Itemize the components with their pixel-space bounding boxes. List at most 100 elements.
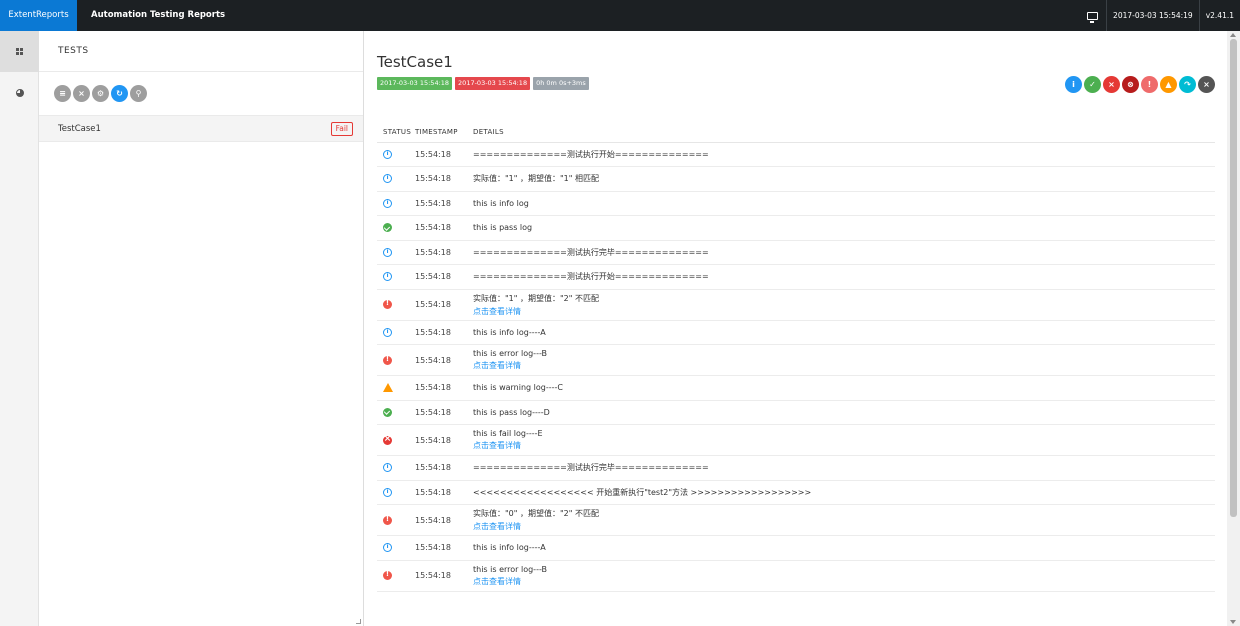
log-status-cell <box>377 142 415 167</box>
log-details-cell: <<<<<<<<<<<<<<<<<< 开始重新执行"test2"方法 >>>>>… <box>473 480 1215 505</box>
refresh-icon: ↻ <box>116 88 123 98</box>
log-table: STATUS TIMESTAMP DETAILS 15:54:18=======… <box>377 123 1215 592</box>
log-timestamp: 15:54:18 <box>415 320 473 345</box>
duration-pill: 0h 0m 0s+3ms <box>533 77 589 90</box>
info-icon <box>383 174 392 184</box>
scroll-down-icon[interactable] <box>1230 620 1236 624</box>
search-button[interactable]: ⚲ <box>130 84 147 102</box>
log-timestamp: 15:54:18 <box>415 504 473 536</box>
list-icon: ≡ <box>59 88 66 98</box>
log-detail-text: ==============测试执行开始============== <box>473 149 709 159</box>
log-timestamp: 15:54:18 <box>415 215 473 241</box>
log-status-cell <box>377 289 415 321</box>
log-timestamp: 15:54:18 <box>415 480 473 505</box>
log-detail-text: this is fail log----E <box>473 429 543 438</box>
info-icon <box>383 463 392 473</box>
refresh-button[interactable]: ↻ <box>111 84 128 102</box>
version-label: v2.41.1 <box>1198 0 1240 31</box>
error-icon <box>383 355 392 365</box>
view-details-link[interactable]: 点击查看详情 <box>473 521 1215 532</box>
warning-icon: ▲ <box>1165 80 1172 89</box>
log-status-cell <box>377 215 415 241</box>
filter-fatal-button[interactable]: ⊗ <box>1122 76 1139 93</box>
log-details-cell: this is warning log----C <box>473 375 1215 401</box>
top-bar: ExtentReports Automation Testing Reports… <box>0 0 1240 31</box>
filter-warning-button[interactable]: ▲ <box>1160 76 1177 93</box>
log-table-body: 15:54:18==============测试执行开始============… <box>377 142 1215 592</box>
nav-tests[interactable] <box>0 31 39 72</box>
log-details-cell: this is pass log----D <box>473 400 1215 425</box>
view-details-link[interactable]: 点击查看详情 <box>473 576 1215 587</box>
log-status-cell <box>377 375 415 401</box>
column-timestamp: TIMESTAMP <box>415 123 473 143</box>
filter-info-button[interactable]: i <box>1065 76 1082 93</box>
log-row: 15:54:18<<<<<<<<<<<<<<<<<< 开始重新执行"test2"… <box>377 480 1215 505</box>
page-scrollbar[interactable] <box>1227 31 1240 626</box>
test-list-header: TESTS <box>39 31 363 72</box>
scroll-up-icon[interactable] <box>1230 33 1236 37</box>
brand-logo[interactable]: ExtentReports <box>0 0 77 31</box>
log-details-cell: this is fail log----E 点击查看详情 <box>473 424 1215 456</box>
info-icon <box>383 149 392 159</box>
log-table-header: STATUS TIMESTAMP DETAILS <box>377 123 1215 143</box>
log-timestamp: 15:54:18 <box>415 375 473 401</box>
grid-icon <box>16 48 23 55</box>
nav-rail <box>0 31 39 626</box>
log-detail-text: this is error log---B <box>473 564 548 574</box>
log-status-cell <box>377 400 415 425</box>
log-timestamp: 15:54:18 <box>415 264 473 290</box>
log-details-cell: 实际值："1" ，期望值："2" 不匹配点击查看详情 <box>473 289 1215 321</box>
log-detail-text: ==============测试执行开始============== <box>473 272 709 282</box>
log-row: 15:54:18this is info log----A <box>377 320 1215 345</box>
pass-icon <box>383 223 392 233</box>
log-status-cell <box>377 424 415 456</box>
nav-dashboard[interactable] <box>0 72 39 113</box>
clear-log-filter-button[interactable]: × <box>1198 76 1215 93</box>
log-row: 15:54:18==============测试执行完毕============… <box>377 455 1215 481</box>
log-status-cell <box>377 166 415 192</box>
log-detail-text: 实际值："1" ，期望值："1" 相匹配 <box>473 174 599 184</box>
info-icon: i <box>1072 80 1075 89</box>
log-row: 15:54:18实际值："0" ，期望值："2" 不匹配点击查看详情 <box>377 504 1215 536</box>
filter-error-button[interactable]: ! <box>1141 76 1158 93</box>
warning-icon <box>383 383 393 393</box>
log-detail-text: this is pass log <box>473 223 533 233</box>
log-detail-text: this is info log----A <box>473 327 546 337</box>
log-status-cell <box>377 455 415 481</box>
log-row: 15:54:18==============测试执行开始============… <box>377 264 1215 290</box>
filter-toolbar: ≡ × ⚙ ↻ ⚲ <box>39 72 363 114</box>
filter-category-button[interactable]: ⚙ <box>92 84 109 102</box>
log-detail-text: this is info log <box>473 198 529 208</box>
info-icon <box>383 272 392 282</box>
log-details-cell: this is info log----A <box>473 320 1215 345</box>
log-detail-text: ==============测试执行完毕============== <box>473 463 709 473</box>
scroll-thumb[interactable] <box>1230 39 1237 517</box>
log-timestamp: 15:54:18 <box>415 560 473 592</box>
view-details-link[interactable]: 点击查看详情 <box>473 360 1215 371</box>
report-title: Automation Testing Reports <box>91 10 226 20</box>
log-detail-text: 实际值："1" ，期望值："2" 不匹配 <box>473 293 599 303</box>
view-details-link[interactable]: 点击查看详情 <box>473 440 1215 451</box>
filter-skip-button[interactable]: ↷ <box>1179 76 1196 93</box>
dashboard-toggle[interactable] <box>1079 0 1106 31</box>
filter-status-button[interactable]: ≡ <box>54 84 71 102</box>
test-list-panel: TESTS ≡ × ⚙ ↻ ⚲ TestCase1 Fail <box>39 31 364 626</box>
log-timestamp: 15:54:18 <box>415 240 473 265</box>
start-time-pill: 2017-03-03 15:54:18 <box>377 77 453 90</box>
test-title: TestCase1 <box>377 53 453 71</box>
log-detail-text: this is error log---B <box>473 349 548 358</box>
resize-handle[interactable] <box>356 619 361 624</box>
report-datetime: 2017-03-03 15:54:19 <box>1106 0 1199 31</box>
log-details-cell: this is error log---B 点击查看详情 <box>473 344 1215 376</box>
filter-pass-button[interactable]: ✓ <box>1084 76 1101 93</box>
error-icon: ! <box>1147 80 1152 89</box>
log-status-cell <box>377 504 415 536</box>
test-item[interactable]: TestCase1 Fail <box>39 115 363 142</box>
info-icon <box>383 247 392 257</box>
log-status-cell <box>377 264 415 290</box>
clear-filter-button[interactable]: × <box>73 84 90 102</box>
view-details-link[interactable]: 点击查看详情 <box>473 306 1215 317</box>
filter-fail-button[interactable]: × <box>1103 76 1120 93</box>
log-details-cell: 实际值："0" ，期望值："2" 不匹配 点击查看详情 <box>473 504 1215 536</box>
skip-icon: ↷ <box>1184 80 1191 89</box>
